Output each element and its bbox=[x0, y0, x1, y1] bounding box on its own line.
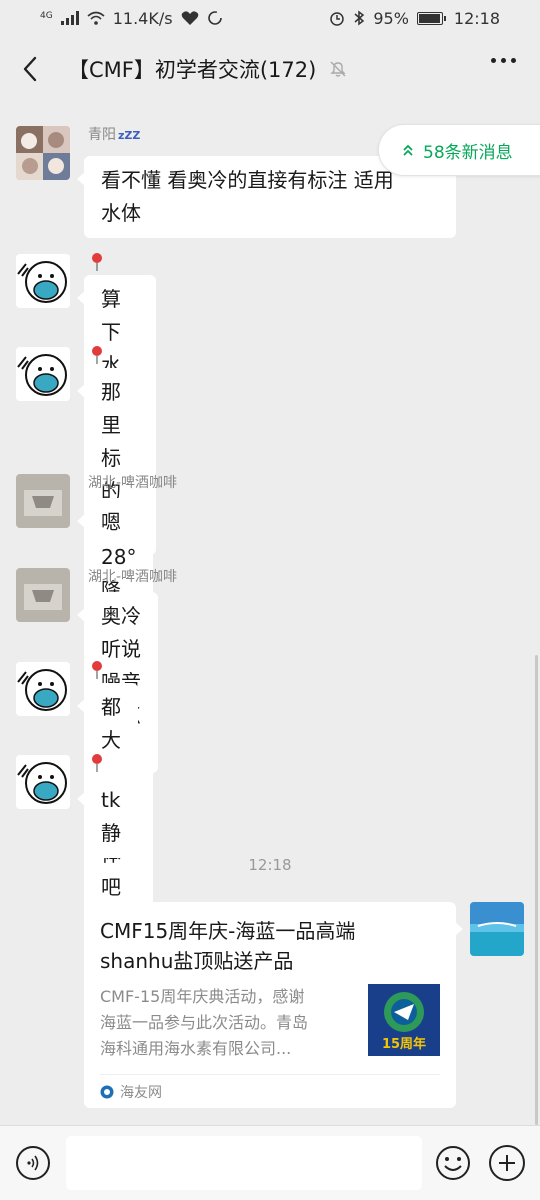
sender-name: 湖北-啤酒咖啡 bbox=[88, 475, 178, 491]
pin-icon bbox=[92, 754, 102, 772]
pin-icon bbox=[92, 346, 102, 364]
group-name: 【CMF】初学者交流(172) bbox=[68, 58, 317, 82]
network-speed: 11.4K/s bbox=[112, 8, 173, 28]
card-desc-line: 海科通用海水素有限公司... bbox=[100, 1039, 292, 1058]
avatar[interactable] bbox=[16, 347, 70, 401]
avatar[interactable] bbox=[16, 568, 70, 622]
thumb-text: 15周年 bbox=[382, 1036, 426, 1052]
signal-icon bbox=[60, 11, 79, 25]
message-text-line: 都大 bbox=[101, 695, 121, 752]
shared-link-card[interactable]: CMF15周年庆-海蓝一品高端 shanhu盐顶贴送产品 CMF-15周年庆典活… bbox=[84, 902, 463, 1108]
message-bubble[interactable]: tk 静 bbox=[77, 776, 138, 858]
card-title-line: shanhu盐顶贴送产品 bbox=[100, 949, 294, 973]
alarm-icon bbox=[330, 12, 345, 26]
new-messages-label: 58条新消息 bbox=[423, 142, 513, 163]
plus-icon[interactable] bbox=[489, 1145, 525, 1181]
sync-icon bbox=[207, 11, 222, 25]
status-left: 4G 11.4K/s bbox=[40, 9, 223, 28]
new-messages-badge[interactable]: 58条新消息 bbox=[378, 124, 540, 176]
double-chevron-up-icon bbox=[403, 144, 413, 156]
scrollbar[interactable] bbox=[535, 655, 538, 1125]
avatar[interactable] bbox=[16, 474, 70, 528]
pin-icon bbox=[92, 253, 102, 271]
source-logo-icon bbox=[100, 1085, 114, 1098]
battery-percent: 95% bbox=[373, 8, 409, 28]
clock: 12:18 bbox=[453, 8, 500, 28]
card-desc-line: CMF-15周年庆典活动，感谢 bbox=[100, 987, 305, 1006]
card-description: CMF-15周年庆典活动，感谢 海蓝一品参与此次活动。青岛 海科通用海水素有限公… bbox=[100, 984, 356, 1062]
avatar[interactable] bbox=[16, 254, 70, 308]
network-type: 4G bbox=[40, 10, 53, 21]
sender-name: 湖北-啤酒咖啡 bbox=[88, 569, 178, 585]
sender-name: 青阳 zZZ bbox=[88, 127, 141, 143]
emoji-icon[interactable] bbox=[435, 1145, 471, 1181]
pin-icon bbox=[92, 661, 102, 679]
status-bar: 4G 11.4K/s 95% 12:18 bbox=[0, 0, 540, 36]
bluetooth-icon bbox=[354, 10, 365, 26]
status-right: 95% 12:18 bbox=[329, 9, 500, 28]
card-thumbnail: 15周年 bbox=[368, 984, 440, 1056]
chat-title: 【CMF】初学者交流(172) bbox=[68, 54, 348, 84]
card-desc-line: 海蓝一品参与此次活动。青岛 bbox=[100, 1013, 309, 1032]
card-title-line: CMF15周年庆-海蓝一品高端 bbox=[100, 919, 356, 943]
avatar[interactable] bbox=[16, 755, 70, 809]
chat-timestamp: 12:18 bbox=[248, 856, 292, 874]
input-bar bbox=[0, 1125, 540, 1200]
message-bubble[interactable]: 嗯 bbox=[77, 498, 138, 547]
message-text-line: 嗯 bbox=[101, 510, 121, 534]
avatar[interactable] bbox=[16, 662, 70, 716]
card-source: 海友网 bbox=[100, 1074, 440, 1108]
back-arrow-icon[interactable] bbox=[18, 56, 42, 82]
card-source-name: 海友网 bbox=[120, 1084, 162, 1101]
card-title: CMF15周年庆-海蓝一品高端 shanhu盐顶贴送产品 bbox=[100, 916, 440, 976]
voice-icon[interactable] bbox=[16, 1146, 50, 1180]
avatar[interactable] bbox=[16, 126, 70, 180]
message-text-line: tk 静 bbox=[101, 788, 121, 845]
my-avatar[interactable] bbox=[470, 902, 524, 956]
chat-header: 【CMF】初学者交流(172) bbox=[0, 36, 540, 102]
more-icon[interactable] bbox=[491, 58, 516, 63]
message-input[interactable] bbox=[66, 1136, 422, 1190]
bell-off-icon bbox=[330, 61, 347, 77]
wifi-icon bbox=[87, 11, 105, 25]
battery-icon bbox=[416, 11, 446, 25]
message-text-line: 水体 bbox=[101, 201, 141, 225]
heart-icon bbox=[181, 11, 198, 25]
